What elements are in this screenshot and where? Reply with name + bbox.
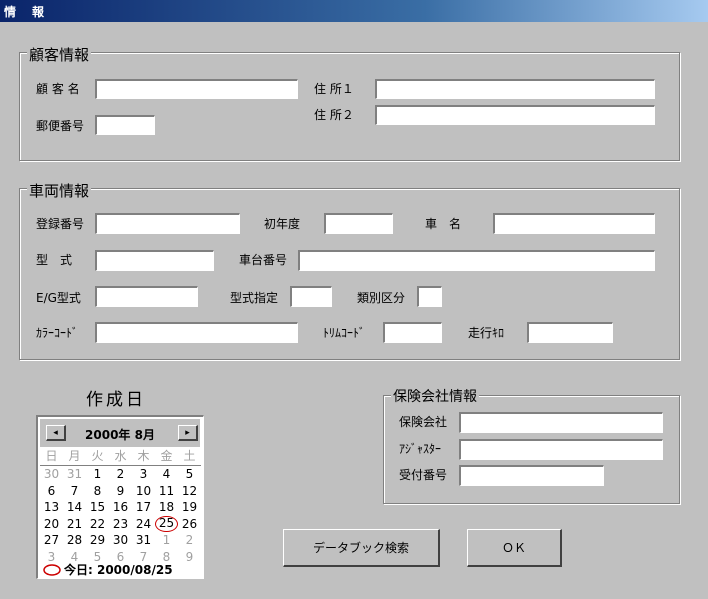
calendar-day[interactable]: 13 [40, 499, 63, 516]
weekday-label: 月 [68, 449, 81, 463]
mileage-input[interactable] [527, 322, 613, 343]
weekday-label: 水 [114, 449, 127, 463]
customer-name-label: 顧 客 名 [36, 82, 80, 96]
adjuster-input[interactable] [459, 439, 663, 460]
calendar-month: 2000年 8月 [85, 428, 155, 442]
calendar-day[interactable]: 17 [132, 499, 155, 516]
weekday-label: 日 [45, 449, 58, 463]
address2-input[interactable] [375, 105, 655, 125]
calendar-day[interactable]: 1 [86, 466, 109, 483]
address1-label: 住 所１ [314, 82, 354, 96]
zip-label: 郵便番号 [36, 119, 85, 133]
customer-legend: 顧客情報 [27, 44, 92, 65]
color-code-label: ｶﾗｰｺｰﾄﾞ [36, 326, 79, 340]
chassis-input[interactable] [298, 250, 655, 271]
calendar-weekdays: 日月火水木金土 [40, 448, 201, 466]
model-spec-input[interactable] [290, 286, 332, 307]
car-name-input[interactable] [493, 213, 655, 234]
calendar-day[interactable]: 9 [178, 549, 201, 566]
calendar-day[interactable]: 26 [178, 516, 201, 533]
calendar-day[interactable]: 3 [132, 466, 155, 483]
calendar-day[interactable]: 6 [40, 483, 63, 500]
calendar-day[interactable]: 31 [132, 532, 155, 549]
calendar-day[interactable]: 7 [63, 483, 86, 500]
calendar-day[interactable]: 21 [63, 516, 86, 533]
calendar-day[interactable]: 28 [63, 532, 86, 549]
calendar-day[interactable]: 11 [155, 483, 178, 500]
address1-input[interactable] [375, 79, 655, 99]
insurer-label: 保険会社 [399, 415, 448, 429]
receipt-number-label: 受付番号 [399, 468, 448, 482]
weekday-label: 土 [183, 449, 196, 463]
window-title: 情 報 [4, 5, 47, 19]
calendar-day[interactable]: 10 [132, 483, 155, 500]
first-year-input[interactable] [324, 213, 393, 234]
calendar-day[interactable]: 16 [109, 499, 132, 516]
insurer-input[interactable] [459, 412, 663, 433]
today-circle-icon [43, 563, 61, 576]
car-name-label: 車 名 [425, 217, 462, 231]
calendar-day[interactable]: 15 [86, 499, 109, 516]
calendar-day[interactable]: 14 [63, 499, 86, 516]
next-month-icon[interactable]: ▸ [178, 425, 198, 441]
calendar-day[interactable]: 22 [86, 516, 109, 533]
calendar-day[interactable]: 2 [109, 466, 132, 483]
calendar-today[interactable]: 今日: 2000/08/25 [42, 561, 173, 578]
engine-model-input[interactable] [95, 286, 198, 307]
calendar-day[interactable]: 4 [155, 466, 178, 483]
calendar-day[interactable]: 29 [86, 532, 109, 549]
calendar-day[interactable]: 1 [155, 532, 178, 549]
calendar-days: 30 31 1 2 3 4 5 6 7 8 9 10 11 12 13 14 15 16 17 18 19 20 21 22 2… [40, 466, 201, 565]
registration-label: 登録番号 [36, 217, 85, 231]
chassis-label: 車台番号 [239, 253, 288, 267]
class-code-label: 類別区分 [357, 291, 406, 305]
calendar-day[interactable]: 24 [132, 516, 155, 533]
today-text: 今日: 2000/08/25 [64, 563, 173, 577]
weekday-label: 金 [160, 449, 173, 463]
vehicle-legend: 車両情報 [27, 180, 92, 201]
title-bar[interactable]: 情 報 [0, 0, 708, 22]
calendar-day[interactable]: 30 [40, 466, 63, 483]
insurance-legend: 保険会社情報 [391, 386, 479, 406]
calendar-day[interactable]: 30 [109, 532, 132, 549]
calendar-day[interactable]: 31 [63, 466, 86, 483]
zip-input[interactable] [95, 115, 155, 135]
trim-code-label: ﾄﾘﾑｺｰﾄﾞ [323, 326, 366, 340]
calendar-day[interactable]: 8 [86, 483, 109, 500]
first-year-label: 初年度 [264, 217, 301, 231]
receipt-number-input[interactable] [459, 465, 604, 486]
adjuster-label: ｱｼﾞｬｽﾀｰ [399, 442, 442, 456]
weekday-label: 木 [137, 449, 150, 463]
calendar[interactable]: ◂ 2000年 8月 ▸ 日月火水木金土 30 31 1 2 3 4 5 6 7 8 9 10 11 12… [36, 415, 204, 579]
model-spec-label: 型式指定 [230, 291, 279, 305]
ok-button[interactable]: ＯＫ [467, 529, 562, 567]
calendar-day[interactable]: 9 [109, 483, 132, 500]
weekday-label: 火 [91, 449, 104, 463]
calendar-day[interactable]: 5 [178, 466, 201, 483]
calendar-day[interactable]: 23 [109, 516, 132, 533]
model-input[interactable] [95, 250, 214, 271]
calendar-day[interactable]: 18 [155, 499, 178, 516]
calendar-day[interactable]: 19 [178, 499, 201, 516]
databook-search-button[interactable]: データブック検索 [283, 529, 440, 567]
calendar-day[interactable]: 20 [40, 516, 63, 533]
trim-code-input[interactable] [383, 322, 442, 343]
class-code-input[interactable] [417, 286, 442, 307]
color-code-input[interactable] [95, 322, 298, 343]
model-label: 型 式 [36, 253, 73, 267]
calendar-day[interactable]: 2 [178, 532, 201, 549]
engine-model-label: E/G型式 [36, 291, 81, 305]
address2-label: 住 所２ [314, 108, 354, 122]
calendar-day-today[interactable]: 25 [155, 515, 178, 532]
registration-input[interactable] [95, 213, 240, 234]
mileage-label: 走行ｷﾛ [468, 326, 505, 340]
created-date-label: 作成日 [86, 390, 146, 410]
calendar-header: ◂ 2000年 8月 ▸ [40, 419, 200, 447]
calendar-day[interactable]: 12 [178, 483, 201, 500]
calendar-day[interactable]: 27 [40, 532, 63, 549]
customer-name-input[interactable] [95, 79, 298, 99]
